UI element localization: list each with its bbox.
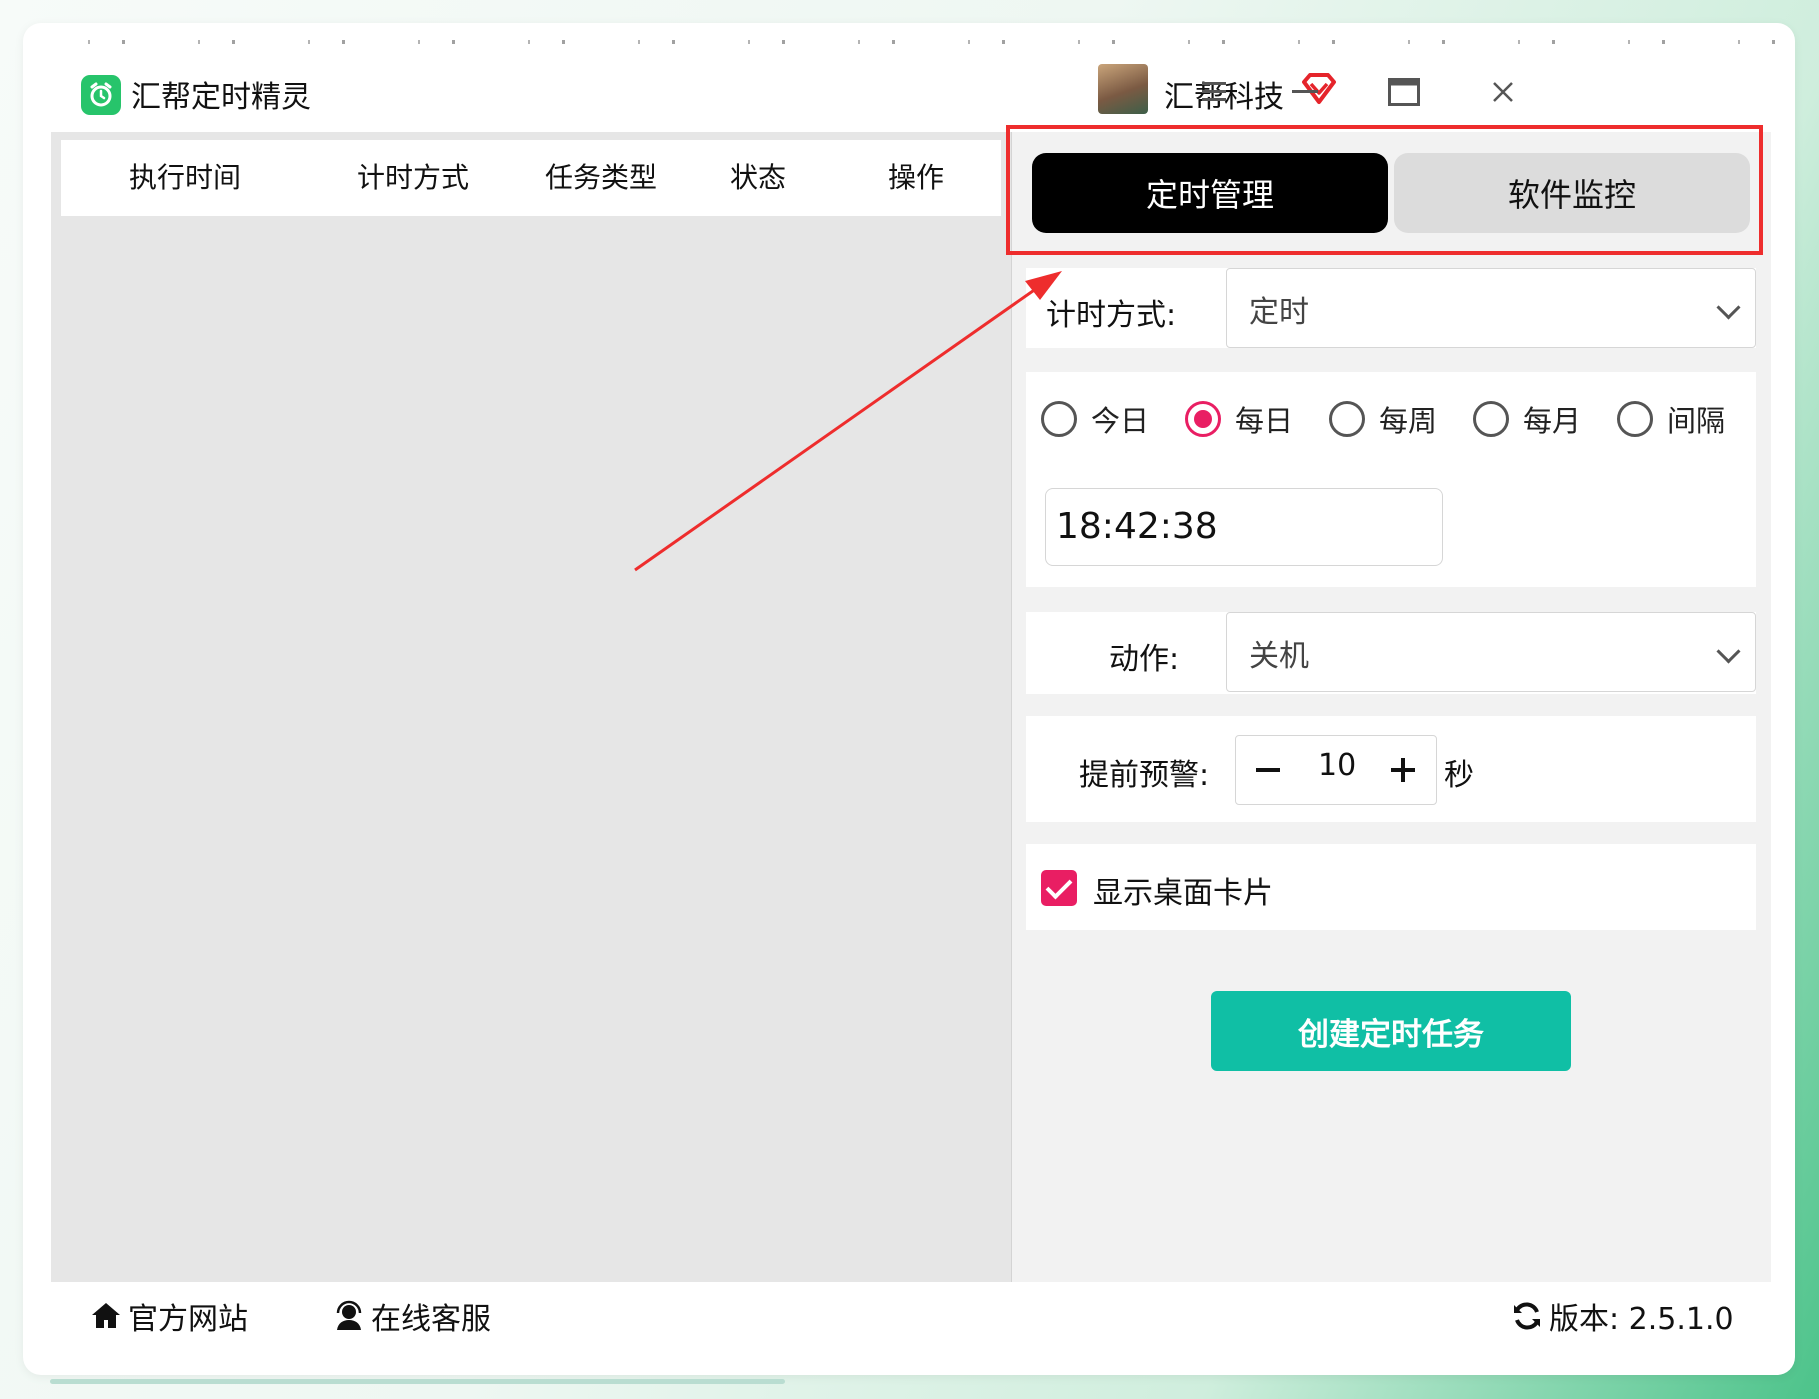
- version-label: 版本: 2.5.1.0: [1549, 1302, 1734, 1337]
- online-support-link[interactable]: 在线客服: [333, 1282, 491, 1350]
- column-execution-time[interactable]: 执行时间: [129, 140, 241, 216]
- radio-circle: [1041, 401, 1077, 437]
- decrement-button[interactable]: [1256, 768, 1280, 772]
- radio-daily-label: 每日: [1235, 404, 1294, 438]
- radio-interval[interactable]: 间隔: [1617, 398, 1725, 440]
- refresh-icon: [1514, 1302, 1540, 1330]
- radio-circle: [1329, 401, 1365, 437]
- radio-weekly-label: 每周: [1379, 404, 1438, 438]
- timing-mode-select[interactable]: 定时: [1226, 268, 1756, 348]
- show-card-row: 显示桌面卡片: [1026, 844, 1756, 930]
- radio-monthly[interactable]: 每月: [1473, 398, 1581, 440]
- radio-monthly-label: 每月: [1523, 404, 1582, 438]
- warning-stepper: 10: [1235, 735, 1437, 805]
- app-title: 汇帮定时精灵: [131, 80, 311, 115]
- alarm-clock-icon: [81, 75, 121, 115]
- tab-software-monitor[interactable]: 软件监控: [1394, 153, 1750, 233]
- action-row: 动作: 关机: [1026, 612, 1756, 694]
- chevron-down-icon: [1716, 639, 1741, 664]
- menu-icon[interactable]: [1195, 72, 1235, 112]
- official-website-label: 官方网站: [128, 1302, 248, 1337]
- maximize-icon[interactable]: [1384, 72, 1424, 112]
- online-support-label: 在线客服: [371, 1302, 491, 1337]
- minimize-icon[interactable]: [1285, 72, 1325, 112]
- radio-weekly[interactable]: 每周: [1329, 398, 1437, 440]
- radio-today-label: 今日: [1091, 404, 1150, 438]
- version-info[interactable]: 版本: 2.5.1.0: [1511, 1282, 1734, 1350]
- column-status[interactable]: 状态: [730, 140, 786, 216]
- action-label: 动作:: [1109, 642, 1180, 677]
- action-select[interactable]: 关机: [1226, 612, 1756, 692]
- close-icon[interactable]: [1483, 72, 1523, 112]
- time-input[interactable]: 18:42:38: [1045, 488, 1443, 566]
- column-task-type[interactable]: 任务类型: [545, 140, 657, 216]
- avatar[interactable]: [1098, 64, 1148, 114]
- radio-today[interactable]: 今日: [1041, 398, 1149, 440]
- show-card-label: 显示桌面卡片: [1093, 876, 1273, 911]
- title-bar: 汇帮定时精灵 汇帮科技: [51, 50, 1771, 132]
- task-table-header: 执行时间 计时方式 任务类型 状态 操作: [61, 140, 1001, 216]
- radio-daily[interactable]: 每日: [1185, 398, 1293, 440]
- radio-circle: [1185, 401, 1221, 437]
- warning-value[interactable]: 10: [1318, 748, 1356, 783]
- column-actions[interactable]: 操作: [888, 140, 944, 216]
- action-value: 关机: [1249, 639, 1309, 674]
- chevron-down-icon: [1716, 295, 1741, 320]
- timing-mode-row: 计时方式: 定时: [1026, 268, 1756, 348]
- timing-mode-label: 计时方式:: [1046, 298, 1177, 333]
- show-card-checkbox[interactable]: [1041, 870, 1077, 906]
- column-timing-mode[interactable]: 计时方式: [357, 140, 469, 216]
- home-icon: [92, 1303, 120, 1328]
- task-list-panel: 执行时间 计时方式 任务类型 状态 操作: [51, 132, 1012, 1282]
- radio-circle: [1617, 401, 1653, 437]
- increment-button[interactable]: [1381, 746, 1425, 794]
- create-task-button[interactable]: 创建定时任务: [1211, 991, 1571, 1071]
- warning-label: 提前预警:: [1079, 758, 1210, 793]
- radio-circle: [1473, 401, 1509, 437]
- support-agent-icon: [336, 1300, 362, 1330]
- footer-bar: 官方网站 在线客服 版本: 2.5.1.0: [51, 1282, 1771, 1350]
- radio-interval-label: 间隔: [1667, 404, 1726, 438]
- timing-mode-value: 定时: [1249, 295, 1309, 330]
- progress-strip: [50, 1379, 785, 1384]
- official-website-link[interactable]: 官方网站: [90, 1282, 248, 1350]
- tab-timer-management[interactable]: 定时管理: [1032, 153, 1388, 233]
- warning-unit: 秒: [1444, 758, 1474, 793]
